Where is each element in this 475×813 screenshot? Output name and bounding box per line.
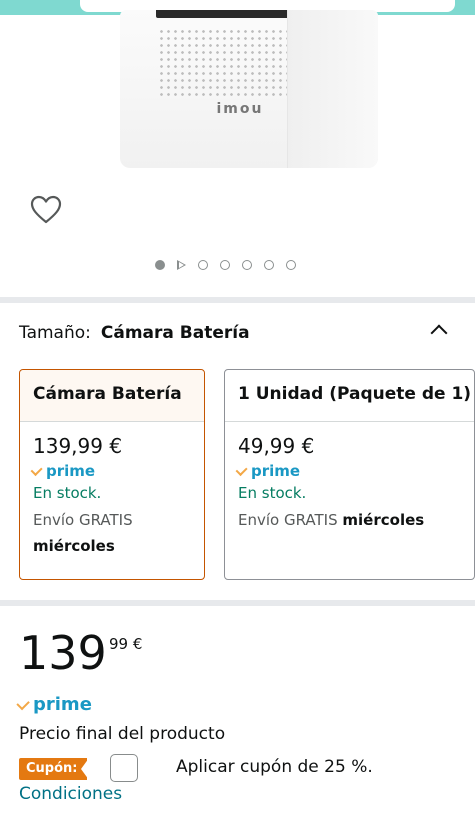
product-price: 139 99 €	[19, 626, 142, 686]
pager-dot[interactable]	[155, 260, 165, 270]
coupon-label[interactable]: Aplicar cupón de 25 %.	[176, 757, 373, 777]
brand-logo: imou	[216, 101, 264, 117]
heart-icon[interactable]	[30, 195, 62, 225]
product-gallery[interactable]: imou	[0, 10, 475, 300]
conditions-link[interactable]: Condiciones	[19, 784, 122, 804]
option-title: 1 Unidad (Paquete de 1)	[238, 384, 472, 404]
size-label: Tamaño:	[19, 323, 91, 343]
pager-dot[interactable]	[264, 260, 274, 270]
section-divider	[0, 600, 475, 606]
stock-status: En stock.	[238, 484, 307, 502]
camera-mount	[287, 10, 378, 168]
price-integer: 139	[19, 626, 107, 680]
option-title: Cámara Batería	[20, 370, 204, 421]
size-selector[interactable]: Tamaño: Cámara Batería	[19, 323, 459, 347]
option-price: 139,99 €	[33, 434, 123, 458]
shipping-info: Envío GRATIS miércoles	[238, 511, 425, 529]
option-price: 49,99 €	[238, 434, 315, 458]
prime-badge: prime	[235, 462, 474, 480]
camera-top-edge	[156, 10, 296, 18]
pager-dot[interactable]	[286, 260, 296, 270]
pager-dot[interactable]	[220, 260, 230, 270]
product-image[interactable]: imou	[120, 10, 378, 168]
chevron-up-icon[interactable]	[430, 324, 448, 342]
pager-dot[interactable]	[242, 260, 252, 270]
image-pager[interactable]	[155, 258, 296, 272]
shipping-info: Envío GRATIS miércoles	[33, 511, 133, 555]
stock-status: En stock.	[33, 484, 102, 502]
final-price-note: Precio final del producto	[19, 724, 226, 744]
size-option-card[interactable]: Cámara Batería 139,99 € prime En stock. …	[19, 369, 205, 580]
prime-badge: prime	[16, 694, 92, 715]
prime-badge: prime	[30, 462, 204, 480]
prime-check-icon	[30, 463, 43, 476]
size-option-card[interactable]: 1 Unidad (Paquete de 1) 49,99 € prime En…	[224, 369, 475, 580]
speaker-grille	[158, 28, 298, 98]
price-fraction: 99 €	[109, 635, 143, 653]
section-divider	[0, 297, 475, 303]
prime-check-icon	[235, 463, 248, 476]
coupon-badge: Cupón:	[19, 758, 87, 780]
prime-check-icon	[16, 696, 30, 710]
coupon-row: Cupón: Aplicar cupón de 25 %.	[19, 754, 459, 782]
pager-dot[interactable]	[198, 260, 208, 270]
size-selected-value: Cámara Batería	[100, 323, 250, 343]
play-icon[interactable]	[177, 260, 186, 270]
coupon-badge-notch	[81, 758, 89, 780]
coupon-checkbox[interactable]	[110, 754, 138, 782]
